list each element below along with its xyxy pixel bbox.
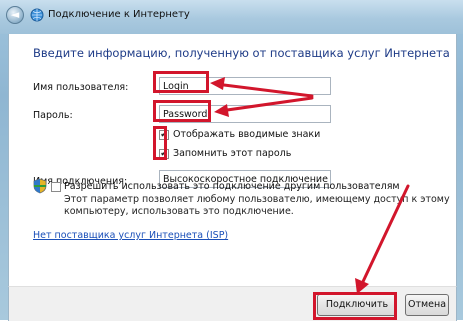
title-bar: ◄ Подключение к Интернету (0, 0, 463, 34)
annotation-box-password (153, 100, 211, 122)
dialog-content: Введите информацию, полученную от постав… (8, 34, 457, 286)
shield-icon (33, 178, 47, 194)
allow-others-description: Этот параметр позволяет любому пользоват… (64, 194, 450, 217)
no-isp-link[interactable]: Нет поставщика услуг Интернета (ISP) (33, 230, 228, 241)
show-chars-label: Отображать вводимые знаки (173, 129, 321, 140)
allow-others-checkbox[interactable] (51, 182, 61, 192)
password-label: Пароль: (33, 110, 73, 121)
annotation-box-username (153, 71, 209, 93)
cancel-button[interactable]: Отмена (405, 294, 449, 316)
annotation-box-connect (313, 292, 397, 320)
allow-others-label: Разрешить использовать это подключение д… (64, 181, 400, 192)
username-label: Имя пользователя: (33, 82, 129, 93)
annotation-box-checkboxes (153, 126, 167, 160)
back-arrow-icon[interactable]: ◄ (6, 6, 24, 24)
network-icon (30, 8, 44, 22)
window-title: Подключение к Интернету (48, 9, 190, 20)
page-heading: Введите информацию, полученную от постав… (33, 46, 450, 60)
remember-password-label: Запомнить этот пароль (173, 148, 292, 159)
